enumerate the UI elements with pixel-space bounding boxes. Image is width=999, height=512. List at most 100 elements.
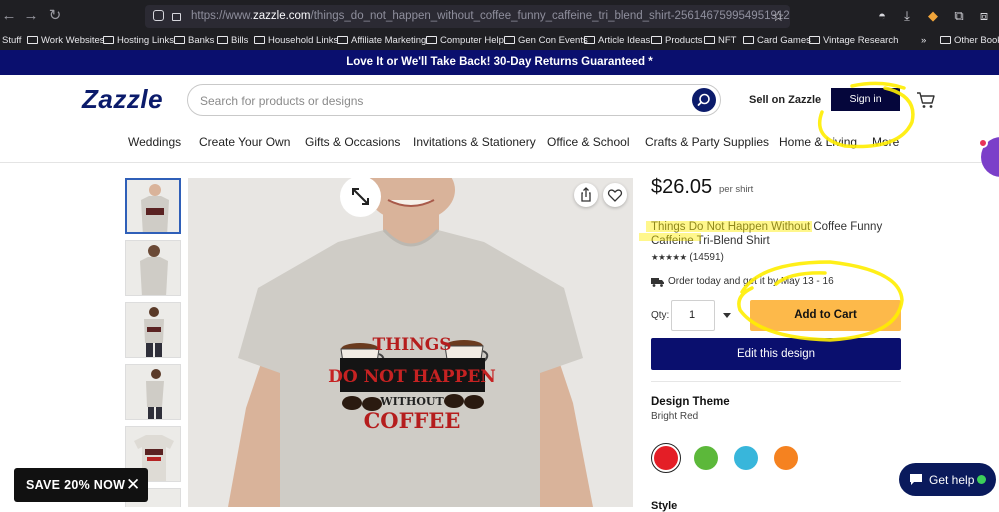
folder-icon — [254, 36, 265, 44]
swatch-green[interactable] — [694, 446, 718, 470]
bookmark-item-other[interactable]: Other Bookm — [940, 34, 999, 48]
bookmark-item[interactable]: Banks — [174, 34, 214, 48]
download-icon[interactable]: ⤓ — [898, 7, 916, 25]
style-heading: Style — [651, 500, 678, 512]
bookmark-item[interactable]: Vintage Research — [809, 34, 898, 48]
promo-banner[interactable]: Love It or We'll Take Back! 30-Day Retur… — [0, 50, 999, 75]
text-highlight — [639, 233, 701, 241]
quantity-select[interactable]: 1 — [671, 300, 715, 331]
thumbnail-side[interactable] — [125, 364, 181, 420]
folder-icon — [174, 36, 185, 44]
price-unit: per shirt — [719, 184, 754, 195]
nav-create-your-own[interactable]: Create Your Own — [199, 135, 290, 149]
search-button[interactable] — [692, 88, 716, 112]
bookmarks-overflow-icon[interactable]: » — [921, 34, 926, 48]
share-button[interactable] — [574, 183, 598, 207]
bookmark-item[interactable]: Computer Help — [426, 34, 504, 48]
lock-icon — [172, 13, 181, 21]
puzzle-icon[interactable]: ⧉ — [950, 7, 968, 25]
bookmark-item[interactable]: Article Ideas — [584, 34, 650, 48]
bookmark-item[interactable]: Card Games — [743, 34, 811, 48]
nav-weddings[interactable]: Weddings — [128, 135, 181, 149]
reload-icon[interactable]: ↻ — [46, 7, 64, 25]
folder-icon — [103, 36, 114, 44]
address-bar[interactable]: https://www.zazzle.com/things_do_not_hap… — [145, 5, 790, 28]
bookmark-item[interactable]: Gen Con Events — [504, 34, 588, 48]
rating[interactable]: ★★★★★ (14591) — [651, 252, 724, 263]
bookmark-item[interactable]: NFT — [704, 34, 736, 48]
save-banner-label: SAVE 20% NOW — [26, 478, 126, 492]
thumbnail-front[interactable] — [125, 178, 181, 234]
nav-office-school[interactable]: Office & School — [547, 135, 630, 149]
shield-icon — [153, 10, 164, 21]
get-help-label: Get help — [929, 473, 975, 487]
folder-icon — [27, 36, 38, 44]
folder-icon — [809, 36, 820, 44]
bookmark-item[interactable]: Household Links — [254, 34, 338, 48]
folder-icon — [651, 36, 662, 44]
signin-button[interactable]: Sign in — [831, 88, 900, 111]
review-count[interactable]: (14591) — [689, 252, 723, 263]
folder-icon — [337, 36, 348, 44]
save-20-banner[interactable]: SAVE 20% NOW ✕ — [14, 468, 148, 502]
swatch-orange[interactable] — [774, 446, 798, 470]
folder-icon — [504, 36, 515, 44]
nav-crafts-party[interactable]: Crafts & Party Supplies — [645, 135, 769, 149]
url-text: https://www.zazzle.com/things_do_not_hap… — [191, 10, 790, 22]
assistant-badge[interactable] — [978, 137, 999, 177]
section-divider — [651, 381, 901, 382]
get-help-button[interactable]: Get help — [899, 463, 996, 496]
swatch-blue[interactable] — [734, 446, 758, 470]
close-icon[interactable]: ✕ — [126, 476, 140, 493]
product-main-image[interactable]: THINGS DO NOT HAPPEN WITHOUT COFFEE — [188, 178, 633, 507]
bookmark-item[interactable]: Affiliate Marketing — [337, 34, 426, 48]
swatch-red[interactable] — [654, 446, 678, 470]
notification-dot — [978, 138, 988, 148]
qty-label: Qty: — [651, 310, 670, 321]
bookmark-item[interactable]: Hosting Links — [103, 34, 174, 48]
share-icon — [581, 187, 591, 202]
forward-icon[interactable]: → — [22, 7, 40, 25]
folder-icon — [743, 36, 754, 44]
search-input[interactable] — [200, 91, 680, 111]
tabs-icon[interactable]: ⧈ — [975, 7, 993, 25]
shirt-print-line: COFFEE — [364, 408, 461, 433]
cart-icon[interactable] — [916, 91, 936, 109]
pocket-icon[interactable]: ◓ — [873, 7, 891, 25]
expand-icon — [352, 188, 369, 205]
thumbnail-full[interactable] — [125, 302, 181, 358]
truck-icon — [651, 278, 664, 287]
heart-icon — [607, 189, 623, 202]
shirt-print-line: DO NOT HAPPEN — [328, 367, 496, 387]
back-icon[interactable]: ← — [0, 7, 18, 25]
bookmark-item[interactable]: Work Websites — [27, 34, 105, 48]
sell-link[interactable]: Sell on Zazzle — [749, 94, 821, 106]
folder-icon — [217, 36, 228, 44]
bookmark-item[interactable]: Bills — [217, 34, 248, 48]
tshirt-illustration: THINGS DO NOT HAPPEN WITHOUT COFFEE — [188, 178, 633, 507]
thumbnail-back[interactable] — [125, 240, 181, 296]
chevron-down-icon[interactable] — [723, 313, 731, 318]
text-highlight — [646, 221, 812, 232]
favorite-button[interactable] — [603, 183, 627, 207]
bookmark-star-icon[interactable]: ☆ — [772, 8, 785, 25]
bookmarks-bar: Stuff Work Websites Hosting Links Banks … — [0, 32, 999, 50]
edit-design-button[interactable]: Edit this design — [651, 338, 901, 370]
folder-icon — [704, 36, 715, 44]
zazzle-logo[interactable]: Zazzle — [82, 84, 163, 115]
delivery-estimate: Order today and get it by May 13 - 16 — [668, 276, 834, 287]
extension-icon[interactable]: ◆ — [924, 7, 942, 25]
shirt-print-line: WITHOUT — [379, 395, 444, 408]
bookmark-item[interactable]: Products — [651, 34, 703, 48]
design-theme-value: Bright Red — [651, 411, 699, 422]
bookmark-item[interactable]: Stuff — [2, 34, 21, 48]
nav-home-living[interactable]: Home & Living — [779, 135, 857, 149]
nav-invitations-stationery[interactable]: Invitations & Stationery — [413, 135, 536, 149]
nav-gifts-occasions[interactable]: Gifts & Occasions — [305, 135, 400, 149]
search-bar — [187, 84, 721, 116]
expand-button[interactable] — [340, 178, 381, 217]
rating-stars-icon: ★★★★★ — [651, 252, 687, 262]
nav-more[interactable]: More — [872, 135, 899, 149]
add-to-cart-button[interactable]: Add to Cart — [750, 300, 901, 331]
design-theme-heading: Design Theme — [651, 396, 730, 408]
